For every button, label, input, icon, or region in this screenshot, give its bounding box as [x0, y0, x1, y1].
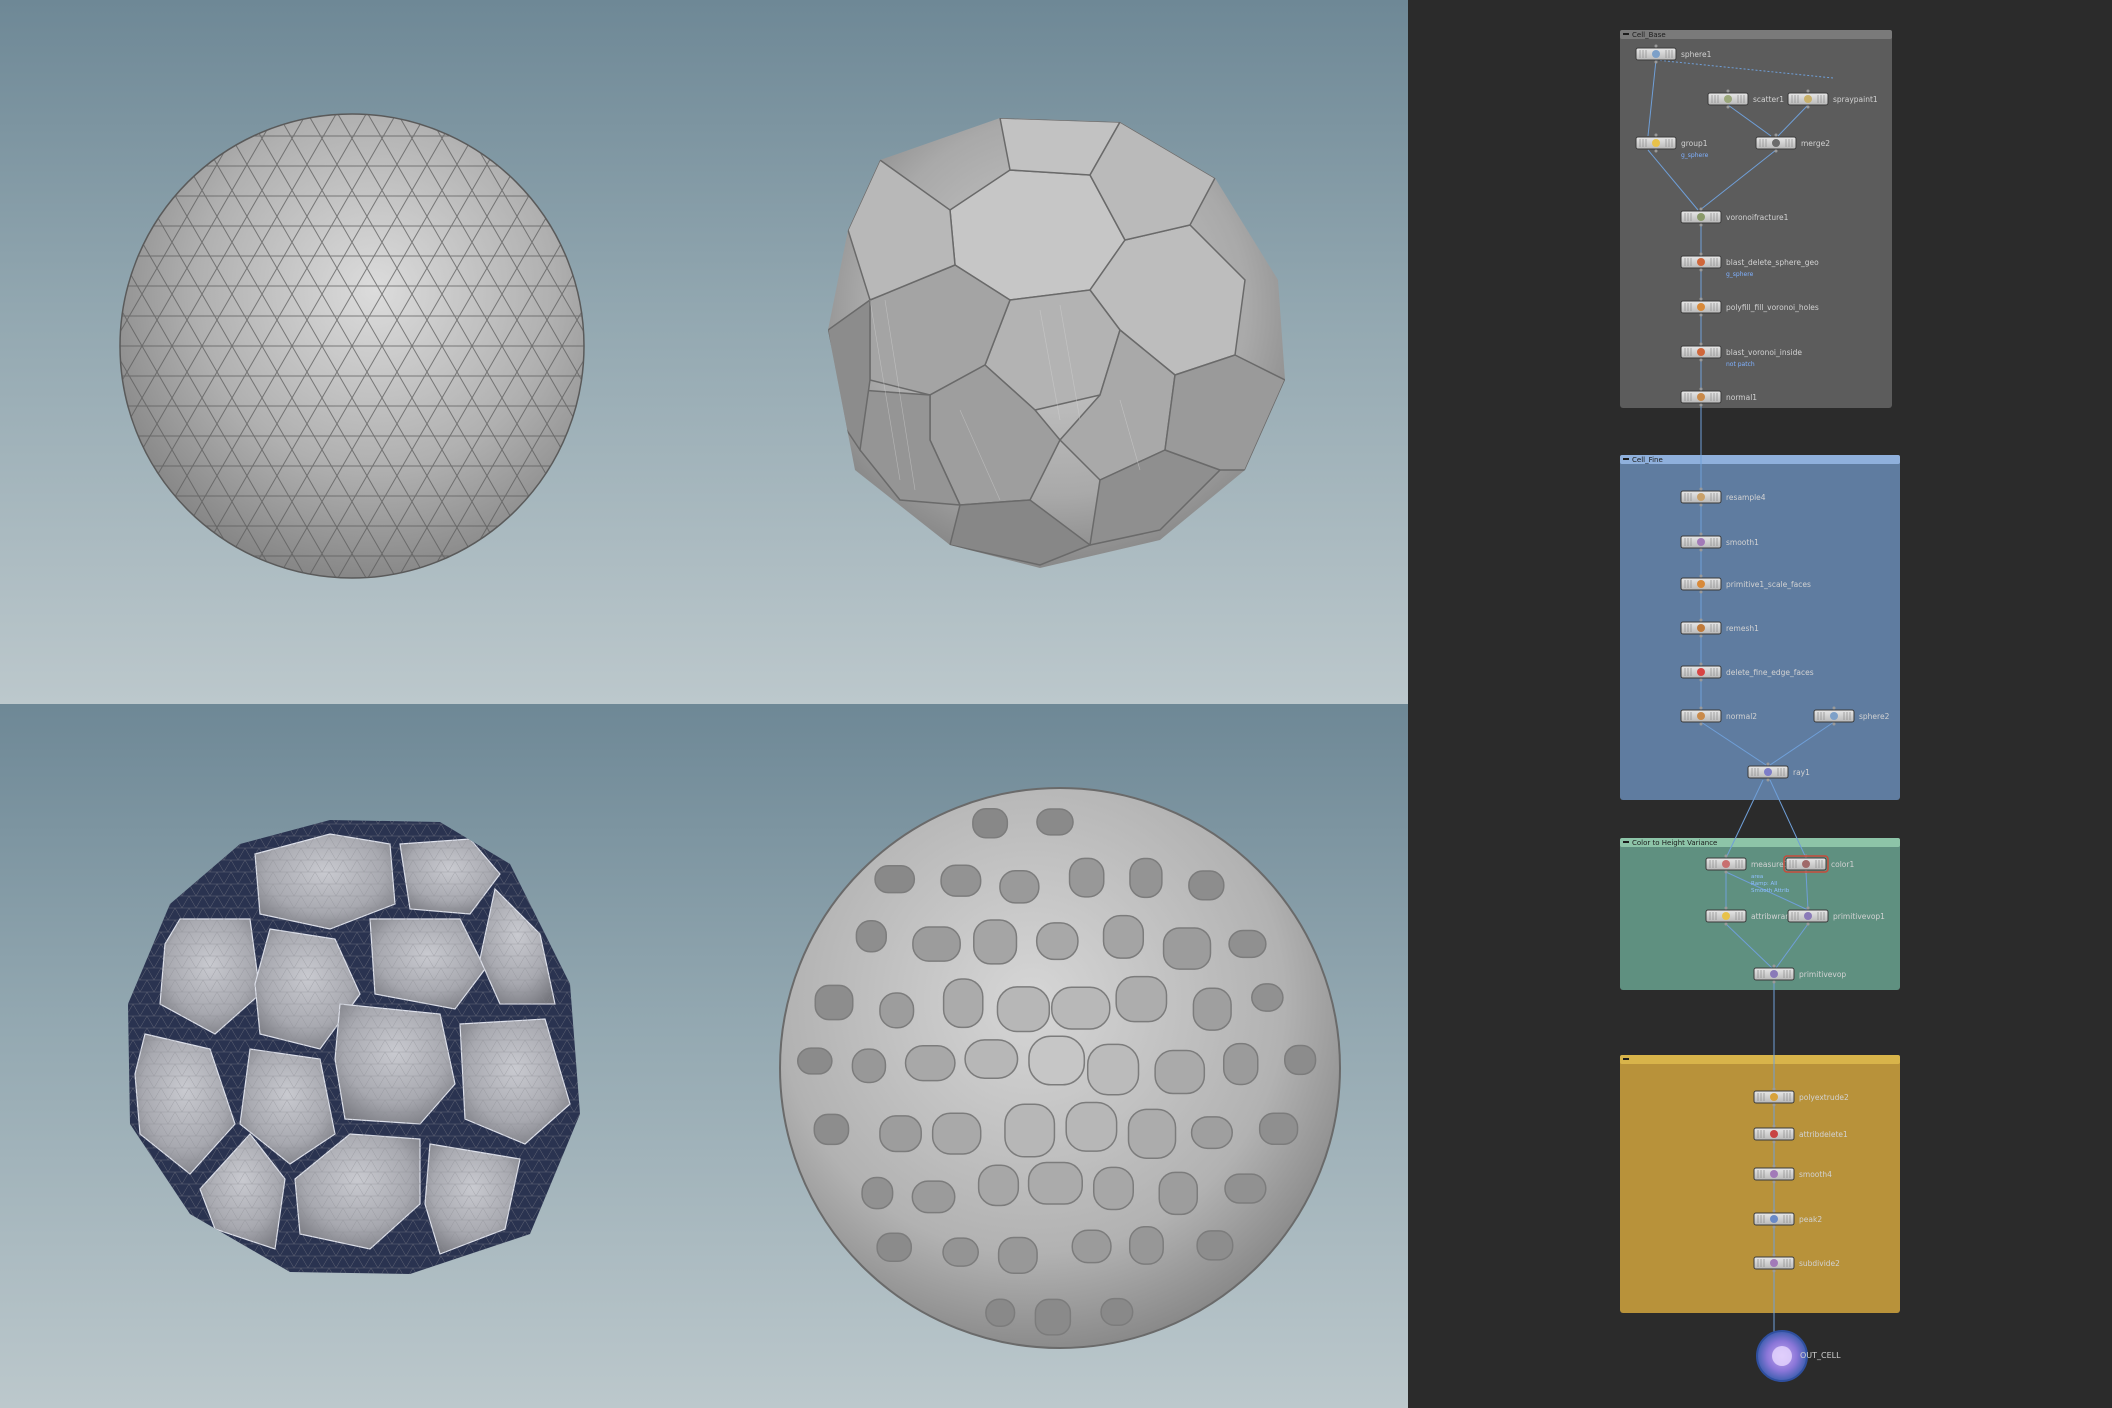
node-resample4-label: resample4: [1726, 493, 1766, 502]
node-sphere2-label: sphere2: [1859, 712, 1890, 721]
node-type-icon: [1772, 139, 1780, 147]
node-type-icon: [1804, 95, 1812, 103]
node-type-icon: [1697, 303, 1705, 311]
node-type-icon: [1770, 1215, 1778, 1223]
node-type-icon: [1764, 768, 1772, 776]
node-type-icon: [1697, 580, 1705, 588]
node-measure1-note: area: [1751, 874, 1763, 880]
remeshed-cells-sphere: [128, 820, 580, 1274]
netbox-cell-fine-title: Cell_Fine: [1632, 456, 1663, 464]
node-type-icon: [1697, 258, 1705, 266]
triangulated-sphere: [119, 113, 585, 579]
node-attribdelete1-label: attribdelete1: [1799, 1130, 1848, 1139]
node-normal2-label: normal2: [1726, 712, 1757, 721]
node-polyextrude2-label: polyextrude2: [1799, 1093, 1849, 1102]
node-type-icon: [1770, 1170, 1778, 1178]
node-primitive1-scale-faces-label: primitive1_scale_faces: [1726, 580, 1811, 589]
node-out-cell-label: OUT_CELL: [1800, 1351, 1841, 1360]
node-type-icon: [1697, 538, 1705, 546]
node-type-icon: [1697, 213, 1705, 221]
node-type-icon: [1802, 860, 1810, 868]
voronoi-fractured-sphere: [828, 118, 1285, 568]
node-measure1-label: measure1: [1751, 860, 1789, 869]
viewport-top[interactable]: [0, 0, 1408, 704]
node-type-icon: [1830, 712, 1838, 720]
node-type-icon: [1770, 1259, 1778, 1267]
node-type-icon: [1804, 912, 1812, 920]
node-measure1-note: Ramp: All: [1751, 881, 1778, 887]
node-spraypaint1-label: spraypaint1: [1833, 95, 1878, 104]
node-smooth4-label: smooth4: [1799, 1170, 1832, 1179]
node-type-icon: [1697, 624, 1705, 632]
node-voronoifracture1-label: voronoifracture1: [1726, 213, 1789, 222]
node-primitivevop1-label: primitivevop1: [1833, 912, 1885, 921]
viewport-bottom[interactable]: [0, 704, 1408, 1408]
node-delete-fine-edge-faces-label: delete_fine_edge_faces: [1726, 668, 1814, 677]
node-measure1-note: Smooth Attrib: [1751, 888, 1790, 894]
node-blast-voronoi-inside-note: not patch: [1726, 361, 1755, 368]
node-scatter1-label: scatter1: [1753, 95, 1784, 104]
node-type-icon: [1722, 912, 1730, 920]
node-type-icon: [1770, 1130, 1778, 1138]
viewport-top-canvas[interactable]: [0, 0, 1408, 704]
node-normal1-label: normal1: [1726, 393, 1757, 402]
node-smooth1-label: smooth1: [1726, 538, 1759, 547]
inflated-cells-sphere: [779, 787, 1341, 1349]
node-ray1-label: ray1: [1793, 768, 1810, 777]
node-out-cell[interactable]: OUT_CELL: [1756, 1330, 1841, 1382]
node-group1-note: g_sphere: [1681, 152, 1709, 159]
node-color1-label: color1: [1831, 860, 1854, 869]
node-polyfill-fill-voronoi-holes-label: polyfill_fill_voronoi_holes: [1726, 303, 1819, 312]
node-type-icon: [1697, 668, 1705, 676]
node-type-icon: [1652, 50, 1660, 58]
node-type-icon: [1770, 1093, 1778, 1101]
node-network-canvas[interactable]: Cell_Base Cell_Fine Color to Height Vari…: [1408, 0, 2112, 1408]
node-merge2-label: merge2: [1801, 139, 1830, 148]
netbox-color-to-height-title: Color to Height Variance: [1632, 839, 1717, 847]
netbox-cell-fine[interactable]: Cell_Fine: [1620, 455, 1900, 800]
node-type-icon: [1697, 393, 1705, 401]
node-type-icon: [1724, 95, 1732, 103]
node-type-icon: [1697, 712, 1705, 720]
node-type-icon: [1652, 139, 1660, 147]
node-blast-delete-sphere-geo-note: g_sphere: [1726, 271, 1754, 278]
node-peak2-label: peak2: [1799, 1215, 1822, 1224]
node-group1-label: group1: [1681, 139, 1708, 148]
netbox-cell-base-title: Cell_Base: [1632, 31, 1666, 39]
node-blast-voronoi-inside-label: blast_voronoi_inside: [1726, 348, 1802, 357]
node-type-icon: [1722, 860, 1730, 868]
node-network-panel[interactable]: Cell_Base Cell_Fine Color to Height Vari…: [1408, 0, 2112, 1408]
viewport-bottom-canvas[interactable]: [0, 704, 1408, 1408]
node-subdivide2-label: subdivide2: [1799, 1259, 1840, 1268]
node-type-icon: [1770, 970, 1778, 978]
node-primitivevop-label: primitivevop: [1799, 970, 1846, 979]
node-remesh1-label: remesh1: [1726, 624, 1759, 633]
node-type-icon: [1697, 493, 1705, 501]
node-type-icon: [1697, 348, 1705, 356]
node-blast-delete-sphere-geo-label: blast_delete_sphere_geo: [1726, 258, 1819, 267]
node-sphere1-label: sphere1: [1681, 50, 1712, 59]
